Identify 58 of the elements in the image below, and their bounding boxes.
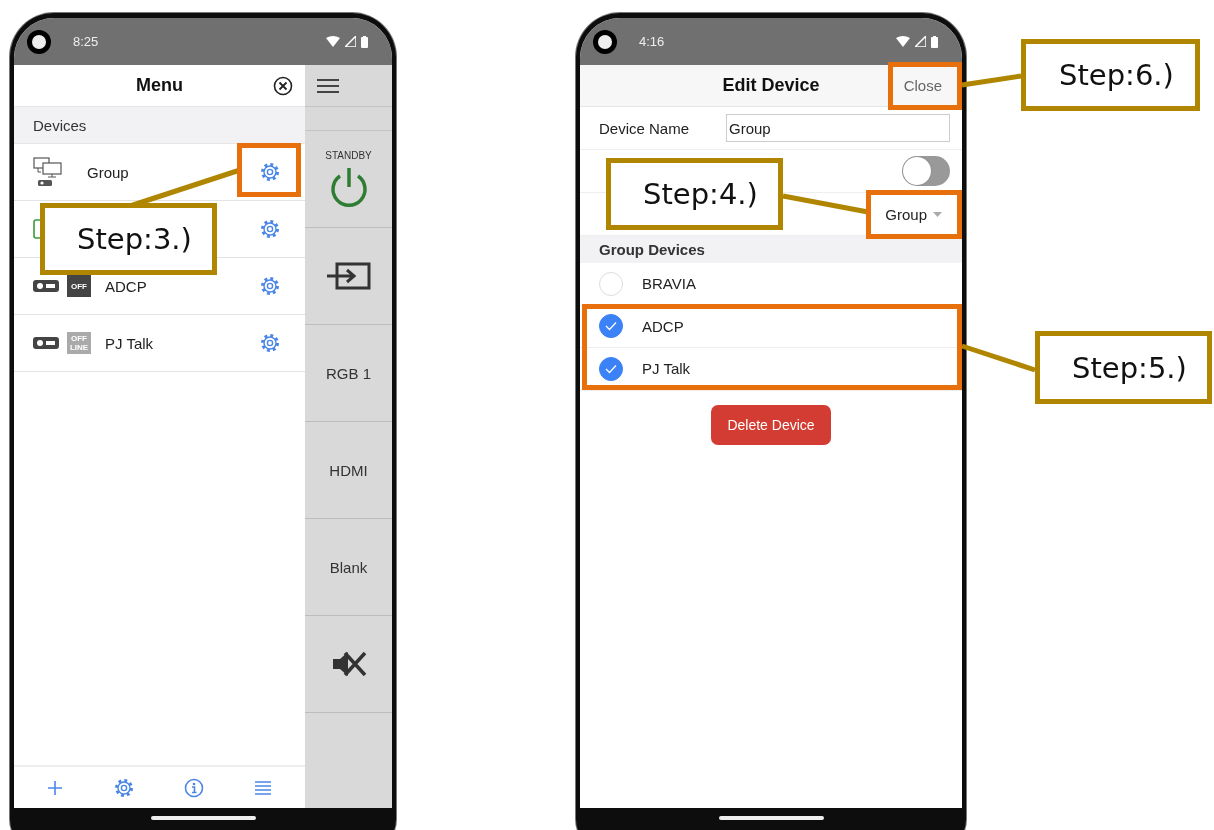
section-header: Group Devices — [580, 236, 962, 263]
signal-icon — [345, 36, 356, 47]
field-label: Device Name — [599, 119, 690, 137]
device-name: BRAVIA — [642, 275, 696, 293]
check-circle[interactable] — [599, 356, 623, 381]
menu-icon[interactable] — [317, 78, 339, 93]
source-button[interactable]: Blank — [329, 558, 368, 576]
add-icon[interactable] — [46, 779, 63, 796]
caret-icon — [933, 211, 942, 217]
step-callout: Step:4.) — [606, 158, 783, 230]
device-option[interactable]: ADCP — [580, 305, 962, 348]
wifi-icon — [896, 36, 910, 47]
close-button[interactable]: Close — [901, 73, 944, 98]
section-header: Devices — [14, 107, 305, 144]
settings-icon[interactable] — [112, 776, 135, 799]
source-button[interactable]: RGB 1 — [326, 364, 371, 382]
device-name: ADCP — [642, 317, 684, 335]
info-icon[interactable] — [184, 777, 205, 798]
screen-title: Edit Device — [722, 75, 820, 96]
battery-icon — [931, 35, 938, 48]
toggle-switch[interactable] — [902, 156, 950, 186]
device-option[interactable]: PJ Talk — [580, 348, 962, 391]
menu-title: Menu — [136, 75, 183, 96]
wifi-icon — [326, 36, 340, 47]
settings-icon[interactable] — [259, 332, 281, 354]
camera-hole-icon — [592, 28, 618, 55]
device-name: ADCP — [105, 277, 147, 295]
settings-icon[interactable] — [259, 161, 281, 183]
highlight-frame — [237, 143, 301, 197]
device-option[interactable]: BRAVIA — [580, 263, 962, 306]
camera-hole-icon — [26, 28, 52, 55]
check-circle[interactable] — [599, 314, 623, 339]
monitors-icon — [33, 157, 65, 187]
device-name-field[interactable]: Group — [726, 114, 950, 142]
battery-icon — [361, 35, 368, 48]
step-callout: Step:5.) — [1035, 331, 1212, 404]
step-callout: Step:6.) — [1021, 39, 1200, 111]
settings-icon[interactable] — [259, 275, 281, 297]
source-button[interactable]: HDMI — [329, 461, 368, 479]
power-icon[interactable] — [328, 166, 369, 209]
device-name: Group — [87, 163, 129, 181]
status-time: 8:25 — [73, 34, 99, 49]
device-name: PJ Talk — [105, 334, 154, 352]
close-icon[interactable] — [273, 76, 293, 96]
signal-icon — [915, 36, 926, 47]
status-badge: OFF LINE — [67, 332, 91, 354]
status-time: 4:16 — [639, 34, 665, 49]
device-name: PJ Talk — [642, 360, 691, 378]
input-icon[interactable] — [326, 262, 371, 290]
standby-label: STANDBY — [325, 149, 372, 161]
leader-line — [961, 73, 1022, 88]
status-badge: OFF — [67, 275, 91, 297]
settings-icon[interactable] — [259, 218, 281, 240]
step-callout: Step:3.) — [40, 203, 217, 275]
projector-icon — [33, 337, 59, 349]
video-mute-icon[interactable] — [330, 649, 367, 679]
delete-device-button[interactable]: Delete Device — [711, 404, 831, 445]
projector-icon — [33, 280, 59, 292]
